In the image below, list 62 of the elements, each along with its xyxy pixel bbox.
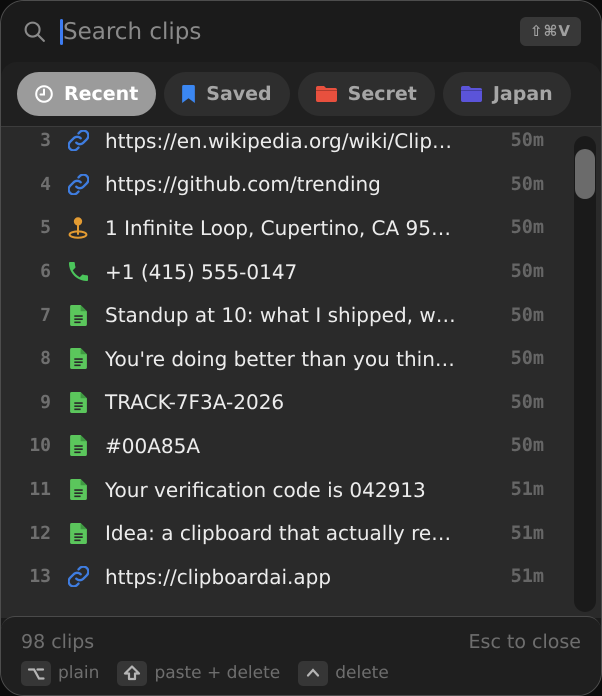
scrollbar-track[interactable] xyxy=(574,136,596,612)
clip-age: 50m xyxy=(510,435,544,456)
option-key-icon xyxy=(21,660,51,686)
document-icon xyxy=(70,522,86,544)
clip-text[interactable]: 1 Infinite Loop, Cupertino, CA 95… xyxy=(105,216,452,240)
row-number: 12 xyxy=(28,522,51,544)
clip-text[interactable]: TRACK-7F3A-2026 xyxy=(105,390,284,414)
document-icon xyxy=(70,304,86,326)
clip-age: 51m xyxy=(510,566,544,588)
scrollbar-thumb[interactable] xyxy=(575,149,595,199)
row-number: 11 xyxy=(28,479,51,500)
phone-icon xyxy=(68,262,88,282)
search-field[interactable]: Search clips xyxy=(63,16,520,48)
shift-key-icon xyxy=(117,660,148,686)
clip-text[interactable]: https://github.com/trending xyxy=(105,172,381,196)
clip-age: 50m xyxy=(510,130,544,152)
clip-text[interactable]: Your verification code is 042913 xyxy=(105,478,426,502)
clip-age: 50m xyxy=(510,261,544,282)
row-number: 5 xyxy=(39,217,51,238)
map-pin-icon xyxy=(68,216,88,239)
row-number: 8 xyxy=(39,348,51,370)
keyboard-shortcut: ⇧⌘V xyxy=(520,17,581,46)
clock-icon xyxy=(35,85,53,103)
link-icon xyxy=(68,174,88,195)
clip-age: 50m xyxy=(510,174,544,195)
clip-text[interactable]: Standup at 10: what I shipped, w… xyxy=(105,303,456,328)
document-icon xyxy=(70,392,86,413)
clip-age: 50m xyxy=(510,304,544,326)
row-number: 9 xyxy=(39,392,51,413)
row-number: 10 xyxy=(28,435,51,456)
clip-age: 51m xyxy=(510,522,544,544)
row-number: 6 xyxy=(39,261,51,282)
link-icon xyxy=(68,130,88,152)
row-number: 7 xyxy=(39,304,51,326)
document-icon xyxy=(70,479,86,500)
clip-text[interactable]: https://clipboardai.app xyxy=(105,564,332,589)
document-icon xyxy=(70,348,86,370)
search-icon xyxy=(24,21,45,42)
filter-tab[interactable]: Secret xyxy=(298,72,435,116)
clip-text[interactable]: You're doing better than you thin… xyxy=(105,346,455,371)
text-cursor-icon xyxy=(60,18,63,44)
close-hint: Esc to close xyxy=(468,631,581,653)
clip-text[interactable]: #00A85A xyxy=(105,434,200,458)
hint-label: paste + delete xyxy=(154,663,280,683)
hint-label: delete xyxy=(335,663,389,683)
row-number: 13 xyxy=(28,566,51,588)
row-number: 3 xyxy=(39,130,51,152)
clip-age: 50m xyxy=(510,348,544,370)
clip-age: 50m xyxy=(510,217,544,238)
document-icon xyxy=(70,435,86,456)
clip-count: 98 clips xyxy=(21,631,94,653)
filter-tab[interactable]: Japan xyxy=(442,72,571,116)
link-icon xyxy=(68,566,88,588)
filter-tab[interactable]: Saved xyxy=(164,72,290,116)
clip-text[interactable]: Idea: a clipboard that actually re… xyxy=(105,521,452,546)
clip-age: 50m xyxy=(510,392,544,413)
clip-age: 51m xyxy=(510,479,544,500)
row-number: 4 xyxy=(39,174,51,195)
clip-text[interactable]: https://en.wikipedia.org/wiki/Clip… xyxy=(105,128,452,153)
hint-label: plain xyxy=(58,663,100,683)
clip-text[interactable]: +1 (415) 555-0147 xyxy=(105,260,298,284)
control-key-icon xyxy=(298,660,328,686)
